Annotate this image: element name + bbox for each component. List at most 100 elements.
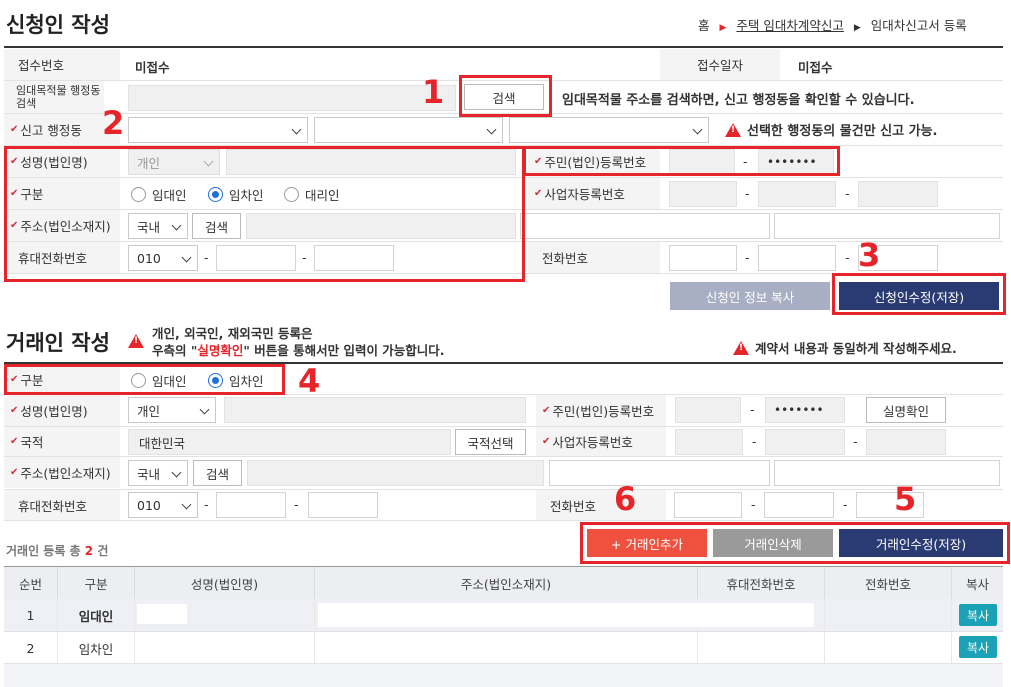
col-address: 주소(법인소재지) xyxy=(315,567,698,599)
dash: - xyxy=(752,434,757,449)
breadcrumb: 홈 ▶ 주택 임대차계약신고 ▶ 임대차신고서 등록 xyxy=(698,15,967,34)
warning-icon xyxy=(733,341,749,355)
party-address-scope-select[interactable]: 국내 xyxy=(128,460,188,486)
redacted-name xyxy=(137,604,187,624)
party-phone-input-1[interactable] xyxy=(674,492,742,518)
contract-warning: 계약서 내용과 동일하게 작성해주세요. xyxy=(733,338,957,357)
divider xyxy=(4,520,1003,521)
party-address-search-button[interactable]: 검색 xyxy=(193,460,242,486)
address-extra-input[interactable] xyxy=(774,213,1000,239)
party-reg-no-label: 주민(법인)등록번호 xyxy=(536,395,666,426)
annotation-number-1: 1 xyxy=(422,73,445,111)
party-title: 거래인 작성 xyxy=(6,331,110,355)
annotation-number-3: 3 xyxy=(858,236,881,274)
nationality-select-button[interactable]: 국적선택 xyxy=(455,429,526,455)
party-mobile-last-input[interactable] xyxy=(308,492,378,518)
breadcrumb-current: 임대차신고서 등록 xyxy=(870,18,967,33)
dash: - xyxy=(843,497,848,512)
biz-no-input-3[interactable] xyxy=(858,181,938,207)
phone-label: 전화번호 xyxy=(528,242,660,273)
warning-icon xyxy=(725,123,741,137)
biz-no-input-2[interactable] xyxy=(758,181,836,207)
dash: - xyxy=(845,250,850,265)
row-phone xyxy=(825,599,952,631)
receipt-date-value: 미접수 xyxy=(798,60,833,75)
chevron-down-icon xyxy=(692,124,703,135)
verify-name-button[interactable]: 실명확인 xyxy=(866,397,946,423)
chevron-down-icon xyxy=(199,404,210,415)
row-type: 임차인 xyxy=(58,632,135,664)
admin-dong-sigungu-select[interactable] xyxy=(314,117,503,143)
annotation-number-5: 5 xyxy=(894,480,917,518)
party-address-scope-value: 국내 xyxy=(137,466,161,482)
dash: - xyxy=(853,434,858,449)
row-copy-button[interactable]: 복사 xyxy=(959,604,997,626)
party-mobile-prefix-select[interactable]: 010 xyxy=(128,492,198,518)
party-phone-input-2[interactable] xyxy=(764,492,834,518)
address-detail-input[interactable] xyxy=(520,213,770,239)
col-phone: 전화번호 xyxy=(825,567,952,599)
party-address-detail-input[interactable] xyxy=(549,460,770,486)
divider xyxy=(4,456,1003,457)
copy-applicant-button[interactable]: 신청인 정보 복사 xyxy=(670,282,830,310)
phone-input-2[interactable] xyxy=(758,245,836,271)
page-title: 신청인 작성 xyxy=(6,13,110,37)
property-address-input[interactable] xyxy=(128,85,456,111)
row-mobile xyxy=(698,632,825,664)
page: 신청인 작성 홈 ▶ 주택 임대차계약신고 ▶ 임대차신고서 등록 접수번호 미… xyxy=(0,0,1011,687)
party-address-extra-input[interactable] xyxy=(774,460,1000,486)
party-biz-no-input-3[interactable] xyxy=(866,429,946,455)
dash: - xyxy=(745,250,750,265)
row-type: 임대인 xyxy=(58,599,135,631)
dash: - xyxy=(745,186,750,201)
annotation-number-2: 2 xyxy=(102,104,125,142)
biz-no-input-1[interactable] xyxy=(669,181,737,207)
col-no: 순번 xyxy=(4,567,58,599)
party-count-summary: 거래인 등록 총 2 건 xyxy=(6,542,108,559)
party-address-input[interactable] xyxy=(247,460,544,486)
warning-icon xyxy=(128,334,144,348)
col-mobile: 휴대전화번호 xyxy=(698,567,825,599)
summary-pre: 거래인 등록 총 xyxy=(6,544,85,558)
admin-dong-sido-select[interactable] xyxy=(128,117,308,143)
row-name xyxy=(135,632,315,664)
notice-emphasis: 실명확인 xyxy=(197,343,244,358)
party-reg-no-front-input[interactable] xyxy=(675,397,741,423)
party-notice: 개인, 외국인, 재외국민 등록은 우측의 "실명확인" 버튼을 통해서만 입력… xyxy=(152,325,445,359)
party-mobile-label: 휴대전화번호 xyxy=(4,490,120,520)
party-notice-line1: 개인, 외국인, 재외국민 등록은 xyxy=(152,326,313,341)
row-phone xyxy=(825,632,952,664)
biz-no-label: 사업자등록번호 xyxy=(528,178,660,209)
party-mobile-mid-input[interactable] xyxy=(216,492,286,518)
breadcrumb-home[interactable]: 홈 xyxy=(698,18,710,33)
party-notice-line2: 우측의 "실명확인" 버튼을 통해서만 입력이 가능합니다. xyxy=(152,342,445,359)
annotation-box-2b xyxy=(523,146,840,176)
col-copy: 복사 xyxy=(952,567,1003,599)
nationality-input[interactable]: 대한민국 xyxy=(128,429,451,455)
chevron-right-icon: ▶ xyxy=(853,23,861,33)
party-biz-no-input-2[interactable] xyxy=(765,429,845,455)
party-biz-no-input-1[interactable] xyxy=(675,429,743,455)
dash: - xyxy=(750,402,755,417)
chevron-down-icon xyxy=(171,467,182,478)
annotation-box-2 xyxy=(4,146,525,282)
party-reg-no-back-input[interactable]: ••••••• xyxy=(765,397,845,423)
party-phone-label: 전화번호 xyxy=(536,490,666,520)
chevron-down-icon xyxy=(291,124,302,135)
dash: - xyxy=(204,497,209,512)
divider xyxy=(4,46,1003,48)
phone-input-1[interactable] xyxy=(669,245,737,271)
annotation-box-5 xyxy=(580,522,1010,564)
admin-dong-dong-select[interactable] xyxy=(509,117,709,143)
row-copy-button[interactable]: 복사 xyxy=(959,636,997,658)
annotation-number-4: 4 xyxy=(298,362,321,400)
property-search-label: 임대목적물 행정동 검색 xyxy=(4,81,104,113)
party-name-type-select[interactable]: 개인 xyxy=(128,397,216,423)
dash: - xyxy=(845,186,850,201)
receipt-no-value: 미접수 xyxy=(135,60,170,75)
party-name-input[interactable] xyxy=(224,397,526,423)
contract-warning-text: 계약서 내용과 동일하게 작성해주세요. xyxy=(755,341,957,356)
receipt-no-label: 접수번호 xyxy=(4,49,120,80)
party-mobile-prefix-value: 010 xyxy=(137,497,161,513)
breadcrumb-lease-report[interactable]: 주택 임대차계약신고 xyxy=(736,18,843,33)
